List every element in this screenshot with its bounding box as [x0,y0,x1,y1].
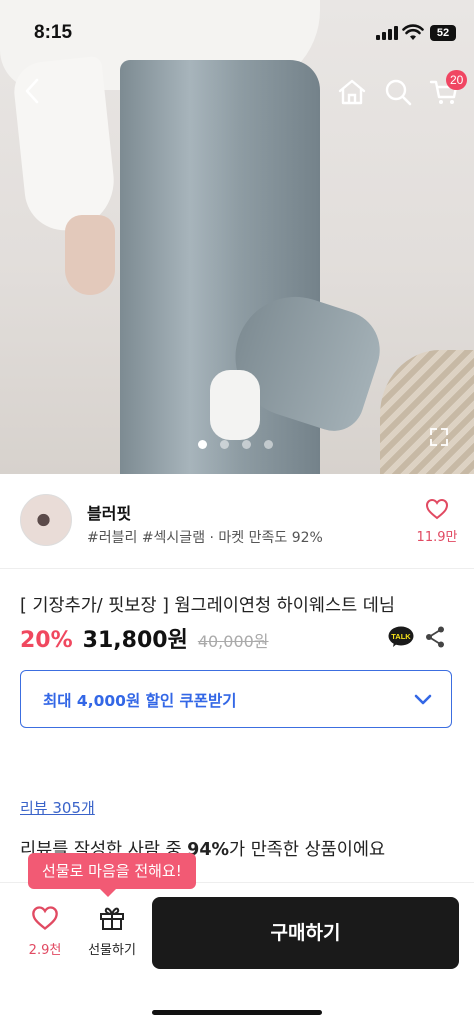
heart-outline-icon [32,906,58,930]
section-divider [0,760,474,768]
gallery-dot[interactable] [198,440,207,449]
gift-label: 선물하기 [88,943,136,958]
share-icon[interactable] [424,625,446,649]
store-tags: #러블리 #섹시글램 · 마켓 만족도 92% [87,530,323,546]
gallery-dot[interactable] [220,440,229,449]
product-image[interactable] [0,0,474,474]
gift-button[interactable]: 선물하기 [80,905,144,958]
store-like-button[interactable]: 11.9만 [412,498,462,545]
price-row: 20% 31,800원 40,000원 [20,622,269,654]
coupon-label: 최대 4,000원 할인 쿠폰받기 [43,692,237,710]
wishlist-button[interactable]: 2.9천 [16,905,74,958]
cart-badge: 20 [446,70,468,90]
image-shoe [210,370,260,440]
home-icon[interactable] [336,76,368,108]
gallery-dot[interactable] [264,440,273,449]
chevron-down-icon [414,694,432,705]
gallery-pagination [198,440,273,449]
image-basket [380,350,474,474]
review-summary-suffix: 가 만족한 상품이에요 [229,840,386,860]
bottom-action-bar: 2.9천 선물하기 구매하기 [0,882,474,1026]
gift-icon [100,907,124,930]
heart-outline-icon [425,498,449,520]
status-time: 8:15 [34,22,73,43]
store-info[interactable]: 블러핏 #러블리 #섹시글램 · 마켓 만족도 92% 11.9만 [0,474,474,569]
home-indicator [152,1010,322,1015]
store-like-count: 11.9만 [416,530,458,545]
sale-price: 31,800원 [82,628,188,653]
status-bar: 8:15 52 [0,0,474,60]
search-icon[interactable] [382,76,414,108]
gift-tooltip: 선물로 마음을 전해요! [28,853,196,897]
kakao-talk-label: TALK [391,632,411,641]
signal-icon [376,26,398,40]
expand-icon[interactable] [428,426,450,448]
product-title: [ 기장추가/ 핏보장 ] 웜그레이연청 하이웨스트 데님 [20,596,395,616]
wifi-icon [402,24,424,40]
coupon-button[interactable]: 최대 4,000원 할인 쿠폰받기 [20,670,452,728]
discount-rate: 20% [20,628,73,653]
battery-indicator: 52 [430,25,456,41]
store-avatar[interactable] [20,494,72,546]
kakao-talk-icon[interactable]: TALK [388,626,414,648]
store-name[interactable]: 블러핏 [87,500,131,524]
gallery-dot[interactable] [242,440,251,449]
back-arrow-icon[interactable] [18,76,48,106]
buy-button[interactable]: 구매하기 [152,897,459,969]
original-price: 40,000원 [197,632,269,651]
image-hand [65,215,115,295]
review-count-link[interactable]: 리뷰 305개 [20,797,95,818]
wishlist-count: 2.9천 [28,943,62,958]
